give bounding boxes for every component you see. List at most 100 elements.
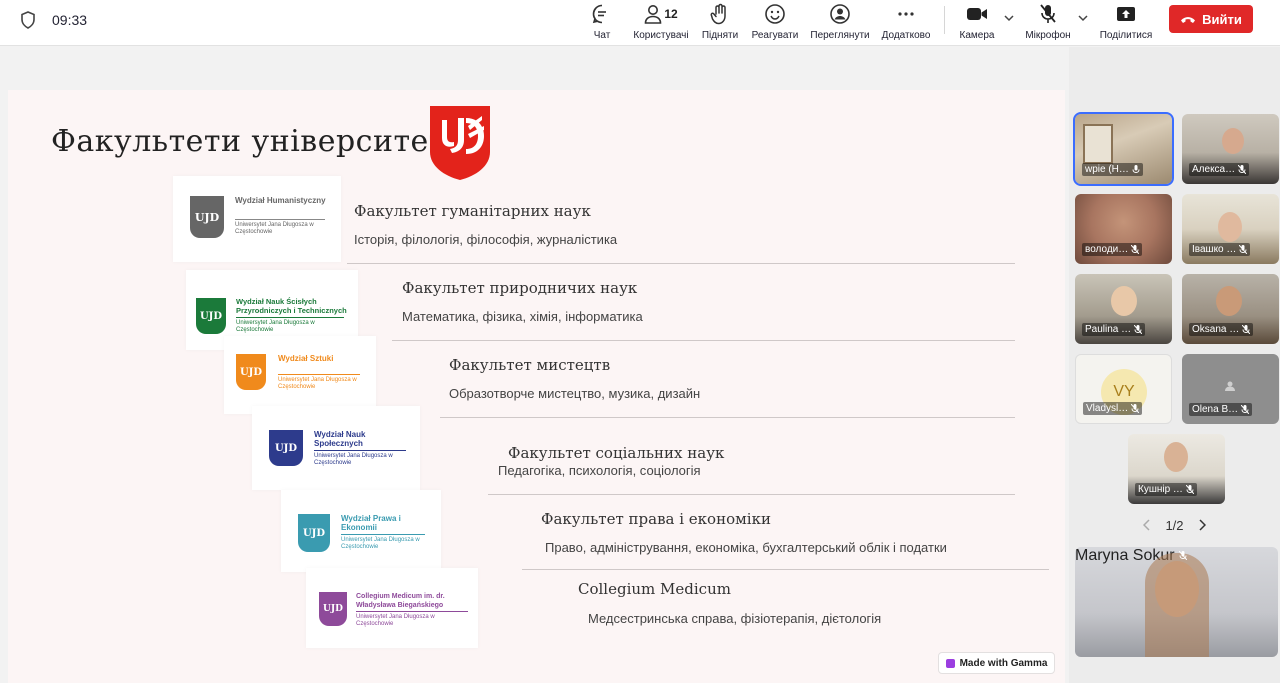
badge-subtitle: Uniwersytet Jana Długosza w Częstochowie bbox=[341, 537, 420, 550]
share-label: Поділитися bbox=[1099, 30, 1153, 41]
faculty-name-law-economics: Факультет права і економіки bbox=[541, 510, 771, 528]
participant-hair bbox=[1145, 553, 1209, 657]
meeting-clock: 09:33 bbox=[52, 12, 88, 28]
faculty-badge-humanities: UJD Wydział Humanistyczny Uniwersytet Ja… bbox=[173, 176, 341, 262]
camera-options-chevron-down-icon[interactable] bbox=[1003, 12, 1015, 24]
raise-hand-button[interactable]: Підняти bbox=[701, 2, 739, 44]
faculty-badge-social: UJD Wydział Nauk Społecznych Uniwersytet… bbox=[252, 406, 420, 490]
badge-rule bbox=[314, 450, 406, 451]
faculty-logo: UJD bbox=[190, 196, 224, 238]
microphone-button[interactable]: Мікрофон bbox=[1022, 2, 1074, 44]
participant-face bbox=[1164, 442, 1188, 472]
badge-subtitle: Uniwersytet Jana Długosza w Częstochowie bbox=[356, 614, 435, 627]
leave-button[interactable]: Вийти bbox=[1169, 5, 1253, 33]
badge-rule bbox=[235, 219, 325, 220]
mic-muted-icon bbox=[1179, 551, 1188, 560]
faculty-logo: UJD bbox=[196, 298, 226, 334]
avatar-icon bbox=[1225, 381, 1235, 391]
mic-muted-icon bbox=[1185, 485, 1194, 494]
hand-icon bbox=[710, 2, 730, 26]
participant-name: Paulina … bbox=[1082, 323, 1146, 336]
chat-button[interactable]: Чат bbox=[588, 2, 616, 44]
participant-name: Olena B… bbox=[1189, 403, 1253, 416]
faculty-desc-arts: Образотворче мистецтво, музика, дизайн bbox=[449, 386, 701, 401]
mic-muted-icon bbox=[1134, 325, 1143, 334]
badge-title: Collegium Medicum im. dr. Władysława Bie… bbox=[356, 593, 445, 609]
participants-count: 12 bbox=[664, 7, 678, 21]
more-button[interactable]: Додатково bbox=[879, 2, 933, 44]
participant-face bbox=[1216, 286, 1242, 316]
share-button[interactable]: Поділитися bbox=[1096, 2, 1156, 44]
participant-tile[interactable]: володи… bbox=[1075, 194, 1172, 264]
badge-subtitle: Uniwersytet Jana Długosza w Częstochowie bbox=[236, 320, 315, 333]
faculty-name-humanities: Факультет гуманітарних наук bbox=[354, 202, 591, 220]
react-button[interactable]: Реагувати bbox=[750, 2, 800, 44]
share-icon bbox=[1116, 2, 1136, 26]
participant-tile[interactable]: Paulina … bbox=[1075, 274, 1172, 344]
view-button[interactable]: Переглянути bbox=[808, 2, 872, 44]
faculty-logo: UJD bbox=[298, 514, 330, 552]
badge-title: Wydział Nauk Społecznych bbox=[314, 430, 366, 448]
participant-name: wpie (H… bbox=[1082, 163, 1143, 176]
toolbar-divider bbox=[944, 6, 945, 34]
faculty-name-social: Факультет соціальних наук bbox=[508, 444, 725, 462]
chevron-left-icon[interactable] bbox=[1143, 519, 1151, 531]
leave-label: Вийти bbox=[1202, 11, 1242, 27]
badge-rule bbox=[341, 534, 425, 535]
gamma-icon bbox=[945, 658, 955, 668]
badge-title: Wydział Sztuki bbox=[278, 354, 334, 363]
faculty-name-science: Факультет природничих наук bbox=[402, 279, 638, 297]
chevron-right-icon[interactable] bbox=[1198, 519, 1206, 531]
bookshelf bbox=[1083, 124, 1113, 164]
faculty-desc-law-economics: Право, адміністрування, економіка, бухга… bbox=[545, 540, 947, 555]
participant-name: Oksana … bbox=[1189, 323, 1254, 336]
participant-name: Кушнір … bbox=[1135, 483, 1197, 496]
mic-muted-icon bbox=[1131, 245, 1140, 254]
faculty-name-collegium-medicum: Collegium Medicum bbox=[578, 580, 731, 598]
gallery-pager: 1/2 bbox=[1069, 510, 1280, 540]
camera-label: Камера bbox=[959, 30, 995, 41]
participant-tile[interactable]: wpie (H… bbox=[1073, 112, 1174, 186]
view-icon bbox=[829, 2, 851, 26]
faculty-desc-science: Математика, фізика, хімія, інформатика bbox=[402, 309, 643, 324]
microphone-label: Мікрофон bbox=[1025, 30, 1071, 41]
mic-on-icon bbox=[1132, 165, 1140, 174]
participant-tile[interactable]: VY Vladysl… bbox=[1075, 354, 1172, 424]
participant-name: Івашко … bbox=[1189, 243, 1251, 256]
self-video-tile[interactable]: Maryna Sokur bbox=[1075, 547, 1278, 657]
ujd-logo bbox=[430, 106, 490, 180]
mic-muted-icon bbox=[1038, 2, 1058, 26]
participant-face bbox=[1222, 128, 1244, 154]
made-with-gamma-badge[interactable]: Made with Gamma bbox=[938, 652, 1055, 674]
faculty-logo: UJD bbox=[236, 354, 266, 390]
divider bbox=[440, 417, 1015, 418]
chat-label: Чат bbox=[593, 30, 611, 41]
raise-hand-label: Підняти bbox=[701, 30, 739, 41]
participants-icon: 12 bbox=[644, 2, 678, 26]
divider bbox=[347, 263, 1015, 264]
faculty-name-arts: Факультет мистецтв bbox=[449, 356, 611, 374]
participant-tile[interactable]: Кушнір … bbox=[1128, 434, 1225, 504]
participant-tile[interactable]: Olena B… bbox=[1182, 354, 1279, 424]
faculty-desc-humanities: Історія, філологія, філософія, журналіст… bbox=[354, 232, 618, 247]
participant-tile[interactable]: Івашко … bbox=[1182, 194, 1279, 264]
page-indicator: 1/2 bbox=[1165, 517, 1184, 533]
participant-name: Алекса… bbox=[1189, 163, 1250, 176]
more-label: Додатково bbox=[881, 30, 931, 41]
mic-muted-icon bbox=[1239, 245, 1248, 254]
participant-tile[interactable]: Алекса… bbox=[1182, 114, 1279, 184]
participants-button[interactable]: 12 Користувачі bbox=[631, 2, 691, 44]
microphone-options-chevron-down-icon[interactable] bbox=[1077, 12, 1089, 24]
participant-face bbox=[1218, 212, 1242, 242]
shield-icon[interactable] bbox=[20, 11, 36, 29]
camera-button[interactable]: Камера bbox=[957, 2, 997, 44]
participant-name: володи… bbox=[1082, 243, 1143, 256]
faculty-logo: UJD bbox=[319, 592, 347, 626]
smiley-icon bbox=[764, 2, 786, 26]
badge-subtitle: Uniwersytet Jana Długosza w Częstochowie bbox=[314, 453, 393, 466]
participant-face bbox=[1111, 286, 1137, 316]
participant-tile[interactable]: Oksana … bbox=[1182, 274, 1279, 344]
faculty-desc-social: Педагогіка, психологія, соціологія bbox=[498, 463, 701, 478]
badge-rule bbox=[236, 317, 344, 318]
view-label: Переглянути bbox=[810, 30, 870, 41]
